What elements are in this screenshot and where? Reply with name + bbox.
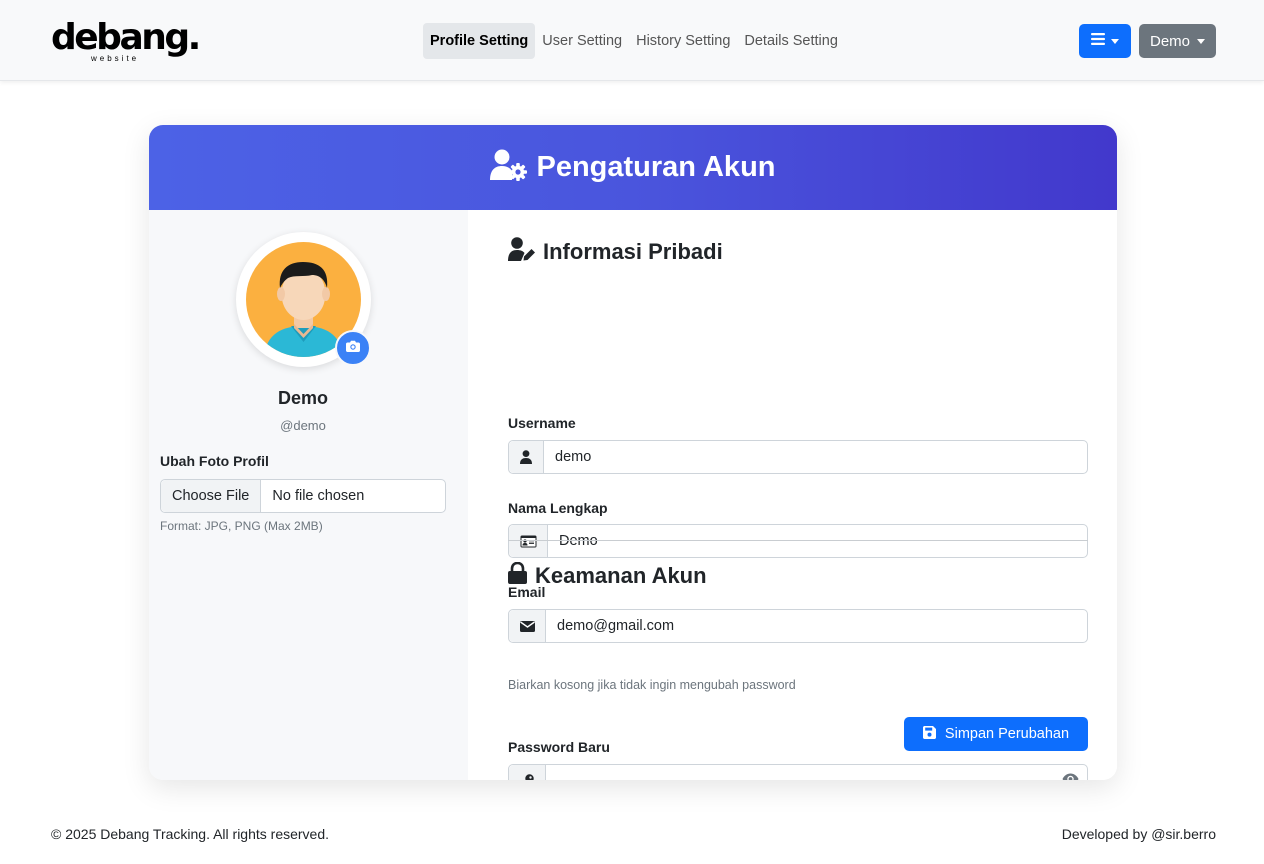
- username-input-group: [508, 440, 1088, 474]
- fullname-label: Nama Lengkap: [508, 500, 608, 516]
- nav-link-history-setting[interactable]: History Setting: [629, 23, 737, 59]
- fullname-input-group: [508, 524, 1088, 558]
- change-photo-button[interactable]: [335, 330, 371, 366]
- user-gear-icon: [490, 149, 528, 186]
- password-label: Password Baru: [508, 739, 610, 755]
- nav-link-profile-setting[interactable]: Profile Setting: [423, 23, 536, 59]
- profile-name: Demo: [277, 388, 328, 408]
- profile-handle: @demo: [280, 418, 326, 433]
- security-heading: Keamanan Akun: [508, 561, 707, 590]
- username-input[interactable]: [544, 441, 1087, 473]
- user-icon: [509, 441, 544, 473]
- footer-copyright: © 2025 Debang Tracking. All rights reser…: [51, 826, 330, 842]
- chevron-down-icon: [1197, 38, 1205, 44]
- save-button-label: Simpan Perubahan: [944, 726, 1070, 742]
- floppy-disk-icon: [922, 725, 936, 743]
- password-input-group: [508, 764, 1088, 780]
- navbar: debang. website Profile Setting User Set…: [0, 0, 1264, 81]
- bars-icon: [1091, 32, 1105, 50]
- envelope-icon: [509, 610, 546, 642]
- lock-icon: [508, 561, 527, 590]
- chevron-down-icon: [1111, 38, 1119, 44]
- user-pen-icon: [508, 237, 535, 267]
- user-dropdown-label: Demo: [1149, 32, 1190, 50]
- menu-dropdown-button[interactable]: [1079, 24, 1131, 58]
- nav-link-user-setting[interactable]: User Setting: [535, 23, 629, 59]
- card-header: Pengaturan Akun: [149, 125, 1117, 210]
- nav-links: Profile Setting User Setting History Set…: [423, 23, 845, 59]
- email-input-group: [508, 609, 1088, 643]
- toggle-password-visibility-button[interactable]: [1053, 765, 1087, 780]
- email-input[interactable]: [546, 610, 1087, 642]
- footer-credit: Developed by @sir.berro: [1061, 826, 1216, 842]
- settings-form: Informasi Pribadi Username Nama Lengkap …: [468, 210, 1117, 780]
- photo-format-help: Format: JPG, PNG (Max 2MB): [160, 519, 323, 533]
- password-input[interactable]: [546, 765, 1053, 780]
- camera-icon: [346, 339, 360, 357]
- eye-icon: [1062, 772, 1079, 780]
- security-title: Keamanan Akun: [535, 563, 707, 588]
- brand-logo[interactable]: debang. website: [51, 16, 201, 68]
- id-card-icon: [509, 525, 548, 557]
- choose-file-button[interactable]: Choose File: [161, 480, 262, 512]
- section-divider: [508, 540, 1088, 541]
- nav-link-details-setting[interactable]: Details Setting: [737, 23, 845, 59]
- card-title: Pengaturan Akun: [536, 151, 776, 183]
- change-photo-label: Ubah Foto Profil: [160, 453, 269, 469]
- profile-panel: Demo @demo Ubah Foto Profil Choose File …: [149, 210, 468, 780]
- password-help: Biarkan kosong jika tidak ingin mengubah…: [508, 678, 796, 692]
- file-status: No file chosen: [272, 488, 365, 504]
- key-icon: [509, 765, 546, 780]
- photo-file-input[interactable]: Choose File No file chosen: [160, 479, 446, 513]
- save-button[interactable]: Simpan Perubahan: [904, 717, 1088, 751]
- personal-info-title: Informasi Pribadi: [543, 239, 723, 264]
- personal-info-heading: Informasi Pribadi: [508, 237, 723, 267]
- fullname-input[interactable]: [548, 525, 1087, 557]
- user-dropdown-button[interactable]: Demo: [1139, 24, 1216, 58]
- username-label: Username: [508, 415, 576, 431]
- brand-subtitle: website: [91, 54, 140, 63]
